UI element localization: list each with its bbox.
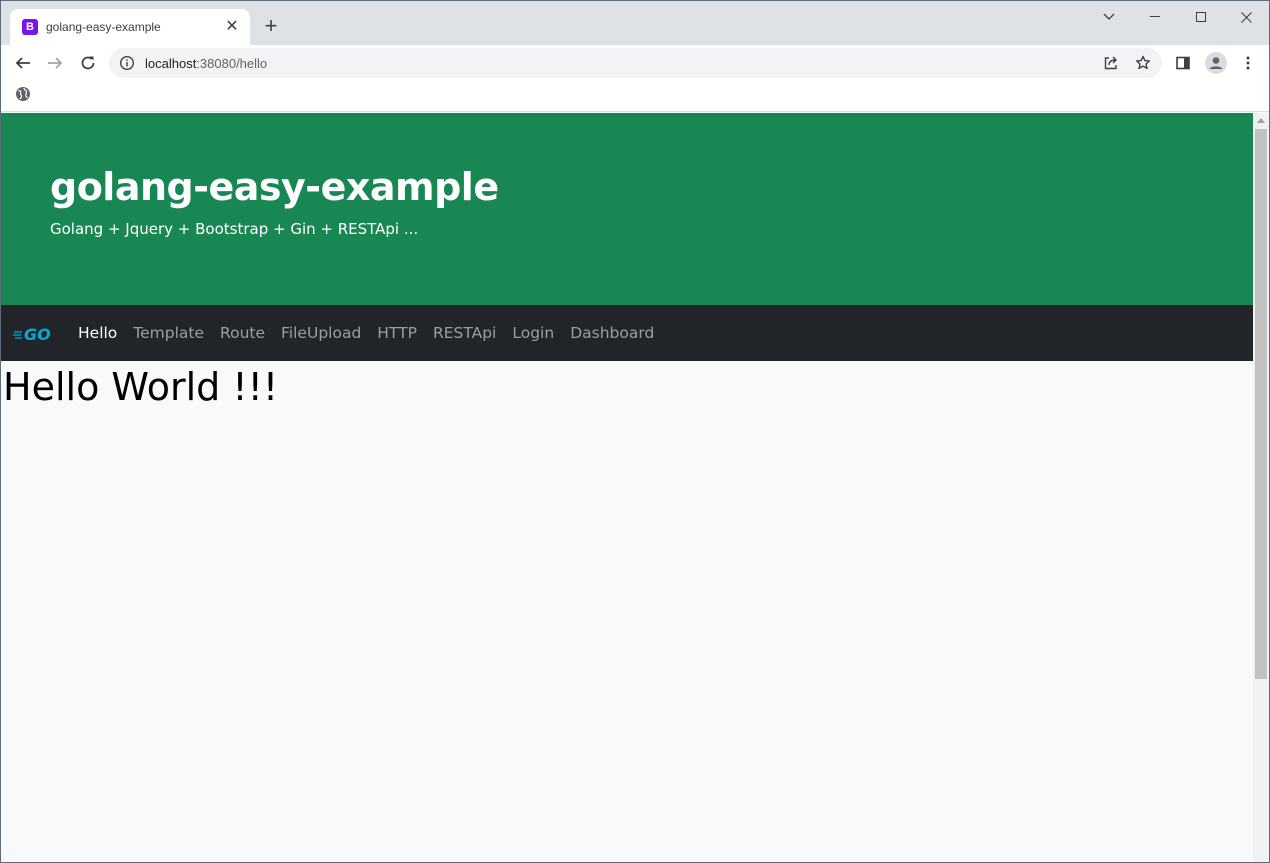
nav-link-restapi[interactable]: RESTApi: [425, 324, 504, 342]
new-tab-button[interactable]: +: [259, 15, 283, 39]
minimize-icon[interactable]: [1132, 1, 1178, 33]
main-navbar: GO Hello Template Route FileUpload HTTP …: [1, 305, 1253, 361]
share-icon[interactable]: [1102, 54, 1120, 72]
nav-link-http[interactable]: HTTP: [369, 324, 425, 342]
nav-link-login[interactable]: Login: [504, 324, 562, 342]
reload-icon[interactable]: [74, 49, 102, 77]
bookmark-star-icon[interactable]: [1134, 54, 1152, 72]
scroll-up-arrow-icon[interactable]: [1253, 113, 1269, 127]
side-panel-icon[interactable]: [1171, 51, 1195, 75]
scrollbar-thumb[interactable]: [1255, 129, 1267, 679]
tab-title: golang-easy-example: [46, 20, 161, 34]
address-bar[interactable]: localhost:38080/hello: [109, 48, 1162, 78]
vertical-scrollbar[interactable]: [1253, 113, 1269, 862]
nav-links: Hello Template Route FileUpload HTTP RES…: [70, 305, 662, 361]
bookmarks-bar: [1, 81, 1269, 112]
hero-title: golang-easy-example: [50, 165, 499, 209]
window-close-icon[interactable]: [1223, 1, 1269, 33]
nav-link-dashboard[interactable]: Dashboard: [562, 324, 662, 342]
go-logo-text: GO: [24, 325, 51, 343]
more-menu-icon[interactable]: [1236, 51, 1260, 75]
hero-banner: golang-easy-example Golang + Jquery + Bo…: [1, 113, 1253, 305]
go-logo-icon[interactable]: GO: [13, 325, 55, 345]
url-host: localhost: [145, 56, 197, 71]
url-text: localhost:38080/hello: [145, 56, 267, 71]
tab-strip: B golang-easy-example ✕ +: [1, 1, 1269, 45]
site-info-icon[interactable]: [119, 55, 135, 71]
tab-search-icon[interactable]: [1086, 1, 1132, 33]
hero-subtitle: Golang + Jquery + Bootstrap + Gin + REST…: [50, 220, 419, 238]
tab-close-icon[interactable]: ✕: [224, 19, 240, 35]
nav-link-template[interactable]: Template: [125, 324, 212, 342]
browser-tab[interactable]: B golang-easy-example ✕: [10, 9, 250, 45]
profile-avatar-icon[interactable]: [1204, 51, 1228, 75]
browser-toolbar: localhost:38080/hello: [1, 45, 1269, 81]
forward-arrow-icon[interactable]: [41, 49, 69, 77]
page-viewport: golang-easy-example Golang + Jquery + Bo…: [1, 113, 1253, 862]
nav-link-route[interactable]: Route: [212, 324, 273, 342]
globe-icon[interactable]: [15, 86, 31, 102]
maximize-icon[interactable]: [1178, 1, 1224, 33]
nav-link-hello[interactable]: Hello: [70, 324, 125, 342]
page-heading: Hello World !!!: [3, 365, 279, 409]
browser-window: B golang-easy-example ✕ + localhost:3808…: [0, 0, 1270, 863]
nav-link-fileupload[interactable]: FileUpload: [273, 324, 369, 342]
bootstrap-favicon-icon: B: [22, 19, 38, 35]
back-arrow-icon[interactable]: [9, 49, 37, 77]
url-path: :38080/hello: [196, 56, 268, 71]
